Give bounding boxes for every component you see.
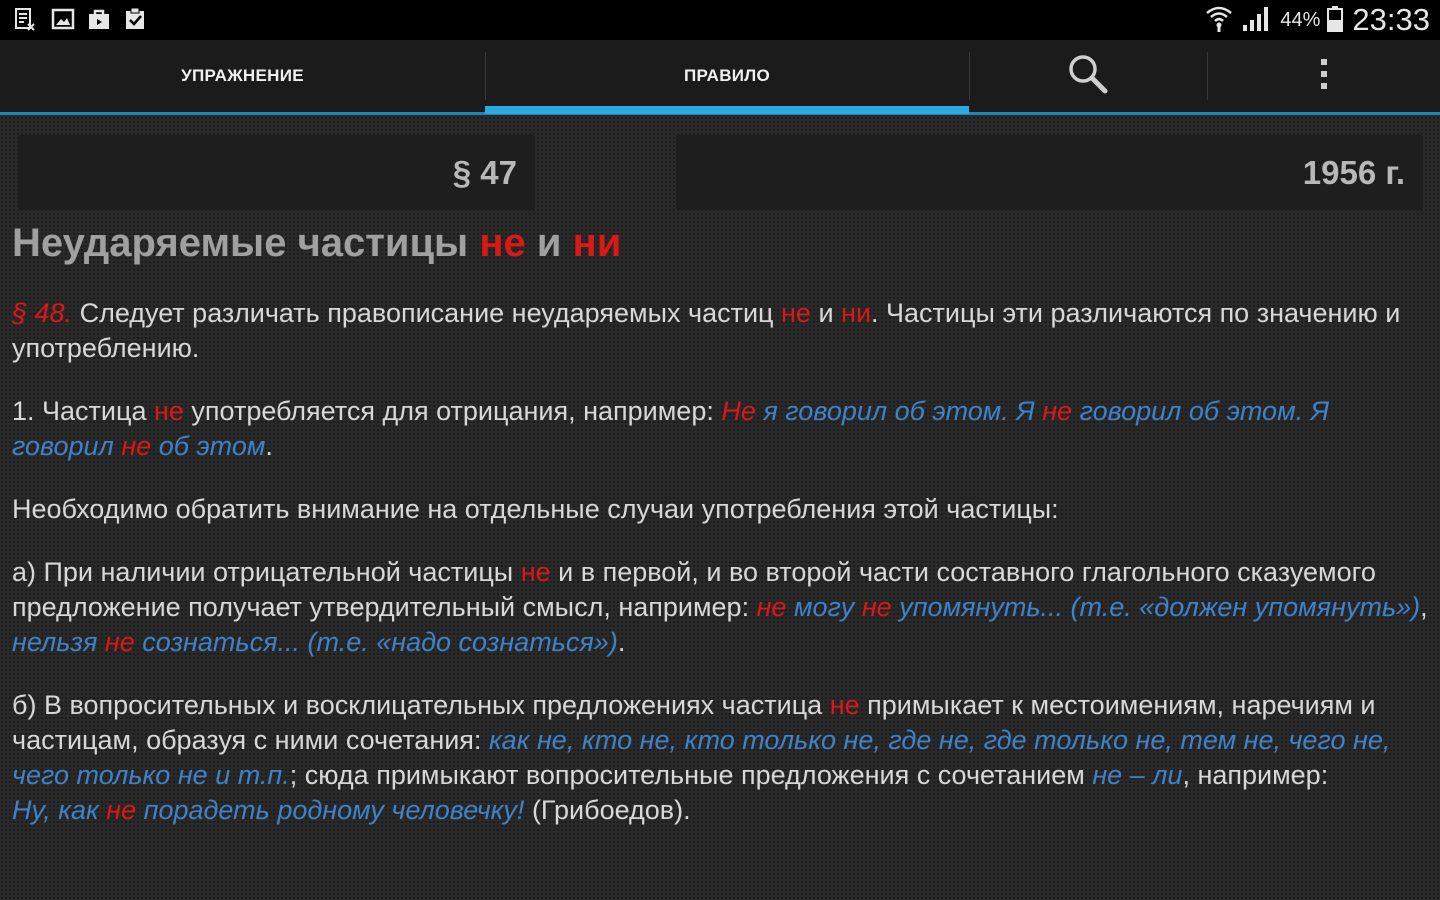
status-bar: 44% 23:33 [0, 0, 1440, 40]
tab-rule[interactable]: ПРАВИЛО [485, 40, 969, 112]
particle-highlight: не [104, 627, 135, 657]
title-conjunction: и [536, 221, 562, 265]
edition-year-box: 1956 г. [676, 135, 1423, 210]
search-icon [1066, 52, 1110, 101]
particle-highlight: не [121, 431, 152, 461]
particle-highlight: не [861, 592, 892, 622]
paragraph-4: а) При наличии отрицательной частицы не … [12, 555, 1428, 660]
action-bar: УПРАЖНЕНИЕ ПРАВИЛО [0, 40, 1440, 115]
example-text: могу [786, 592, 862, 622]
text: Следует различать правописание неударяем… [72, 298, 781, 328]
text: (Грибоедов). [524, 795, 691, 825]
tab-rule-label: ПРАВИЛО [683, 66, 771, 85]
particle-highlight: ни [841, 298, 872, 328]
title-text: Неударяемые частицы [12, 221, 469, 265]
example-text: сознаться... (т.е. «надо сознаться») [134, 627, 618, 657]
signal-icon [1240, 3, 1274, 38]
section-number-box: § 47 [18, 135, 535, 210]
text: . [617, 627, 626, 657]
document-icon [12, 6, 38, 32]
section-number: § 47 [452, 153, 517, 191]
text: . [265, 431, 273, 461]
text: б) В вопросительных и восклицательных пр… [12, 690, 830, 720]
wifi-icon [1204, 3, 1234, 38]
battery-percent: 44% [1280, 8, 1321, 31]
section-ref-link[interactable]: § 48. [12, 298, 72, 328]
title-particle-ni: ни [572, 221, 622, 265]
paragraph-1: § 48. Следует различать правописание неу… [12, 296, 1428, 366]
example-text: Ну, как [12, 795, 107, 825]
edition-year: 1956 г. [1302, 153, 1405, 191]
search-button[interactable] [969, 40, 1207, 112]
tab-exercise[interactable]: УПРАЖНЕНИЕ [0, 40, 485, 112]
overflow-menu-button[interactable] [1207, 40, 1440, 112]
particle-highlight: не [829, 690, 860, 720]
paragraph-5: б) В вопросительных и восклицательных пр… [12, 688, 1428, 828]
gallery-icon [50, 6, 76, 32]
tab-exercise-label: УПРАЖНЕНИЕ [181, 66, 304, 85]
example-text: не – ли [1092, 760, 1183, 790]
rule-content: Неударяемые частицы не и ни § 48. Следуе… [12, 214, 1428, 856]
text: 1. Частица [12, 396, 154, 426]
example-text: об этом [151, 431, 266, 461]
text: , например: [1182, 760, 1329, 790]
status-clock: 23:33 [1352, 2, 1430, 37]
selected-tab-indicator [485, 106, 969, 114]
particle-highlight: не [1042, 396, 1073, 426]
rule-title: Неударяемые частицы не и ни [12, 216, 1428, 270]
particle-highlight: не [781, 298, 811, 328]
particle-highlight: Не [721, 396, 756, 426]
particle-highlight: не [106, 795, 137, 825]
title-particle-ne: не [479, 221, 526, 265]
example-text: я говорил об этом. Я [755, 396, 1043, 426]
example-text: упомянуть... (т.е. «должен упомянуть») [891, 592, 1421, 622]
text: , [1420, 592, 1428, 622]
more-vert-icon [1318, 56, 1330, 97]
particle-highlight: не [756, 592, 787, 622]
text: Необходимо обратить внимание на отдельны… [12, 494, 1059, 524]
particle-highlight: не [520, 557, 551, 587]
example-text: нельзя [12, 627, 105, 657]
text: и [810, 298, 842, 328]
battery-icon [1326, 3, 1344, 38]
paragraph-2: 1. Частица не употребляется для отрицани… [12, 394, 1428, 464]
text: а) При наличии отрицательной частицы [12, 557, 521, 587]
particle-highlight: не [153, 396, 184, 426]
bag-icon [86, 6, 112, 32]
text: употребляется для отрицания, например: [183, 396, 722, 426]
example-text: порадеть родному человечку! [136, 795, 525, 825]
paragraph-3: Необходимо обратить внимание на отдельны… [12, 492, 1428, 527]
clipboard-check-icon [122, 6, 148, 32]
text: ; сюда примыкают вопросительные предложе… [289, 760, 1093, 790]
